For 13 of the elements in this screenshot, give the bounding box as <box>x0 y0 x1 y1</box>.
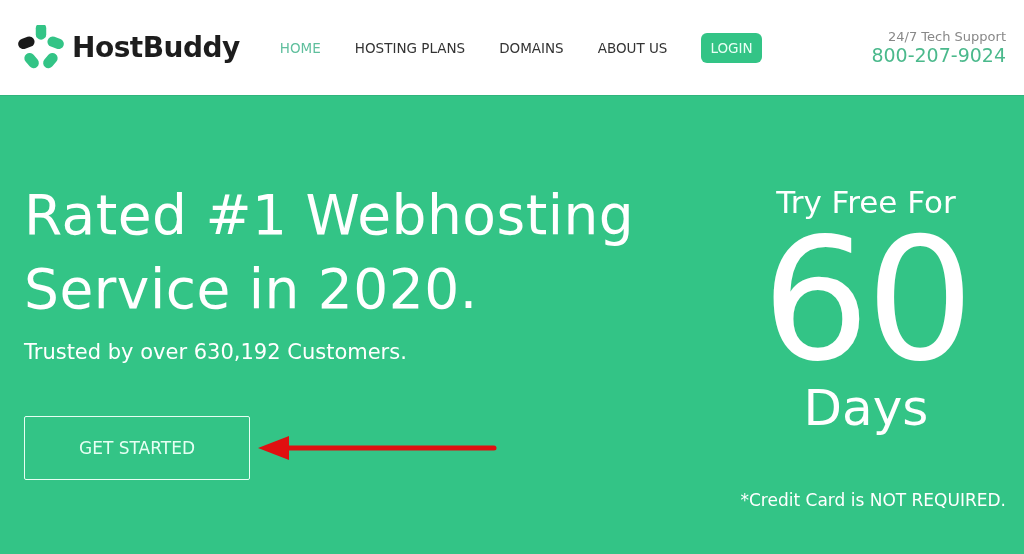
offer-number: 60 <box>761 220 971 380</box>
nav-link[interactable]: DOMAINS <box>499 39 564 56</box>
offer-heading: Try Free For <box>776 184 956 220</box>
offer-note: *Credit Card is NOT REQUIRED. <box>740 490 1006 510</box>
flower-logo-icon <box>18 24 64 71</box>
subtitle: Trusted by over 630,192 Customers. <box>24 340 408 364</box>
nav-link[interactable]: HOSTING PLANS <box>354 39 466 56</box>
phone-number: 800-207-9024 <box>871 44 1006 66</box>
headline: Rated #1 Webhosting Service in 2020. <box>24 182 636 323</box>
brand-name[interactable]: HostBuddy <box>72 31 240 64</box>
nav-link[interactable]: ABOUT US <box>597 39 668 56</box>
support-label: 24/7 Tech Support <box>887 29 1006 44</box>
offer-days: Days <box>803 380 929 436</box>
